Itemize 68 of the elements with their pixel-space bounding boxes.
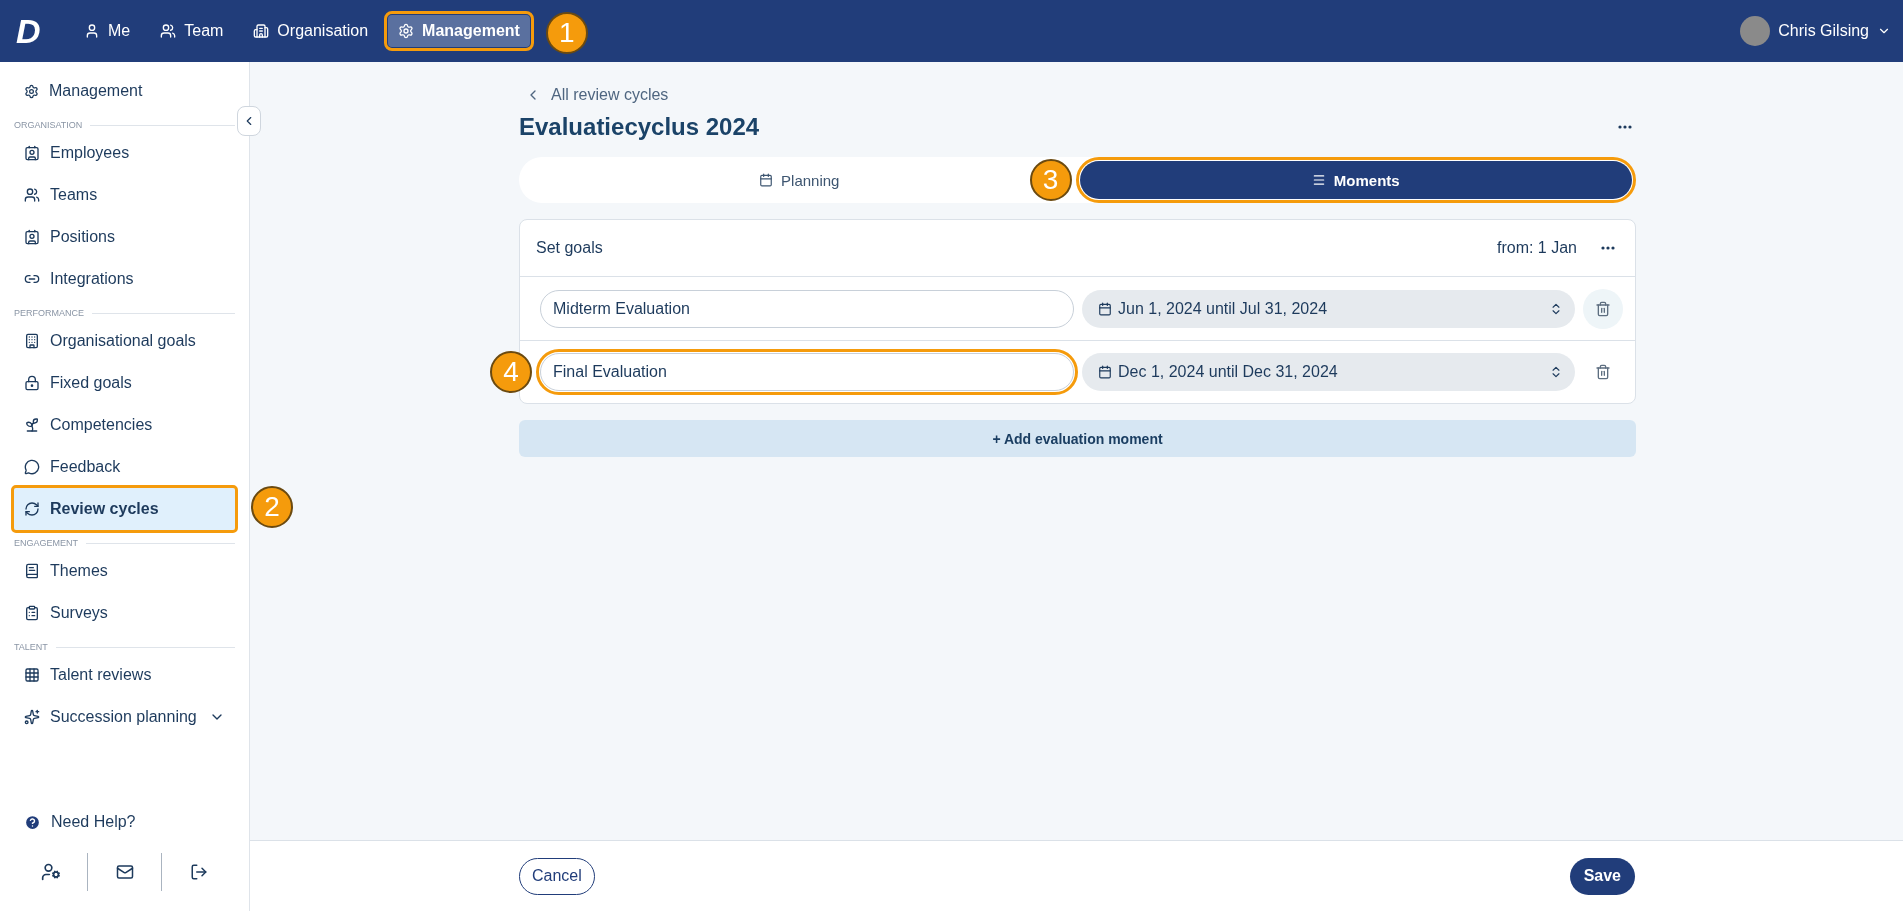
start-date-label: from: 1 Jan <box>1496 239 1577 257</box>
date-range-select[interactable]: Jun 1, 2024 until Jul 31, 2024 <box>1082 289 1575 328</box>
sidebar-icon <box>24 605 40 621</box>
avatar <box>1740 16 1771 46</box>
sidebar-item[interactable]: Surveys <box>14 592 235 634</box>
sidebar-item[interactable]: Employees <box>14 132 235 174</box>
delete-button[interactable] <box>1583 288 1623 329</box>
step-number-badge: 3 <box>1029 159 1072 201</box>
section-heading: PERFORMANCE <box>14 308 84 318</box>
logout-icon <box>189 863 208 881</box>
user-menu[interactable]: Chris Gilsing <box>1740 16 1891 46</box>
sidebar-icon <box>24 667 40 683</box>
nav-icon <box>160 23 177 39</box>
sidebar-item[interactable]: Talent reviews <box>14 654 235 696</box>
nav-icon <box>253 23 270 39</box>
sidebar-icon <box>24 375 40 391</box>
sidebar-icon <box>24 563 40 579</box>
add-moment-button[interactable]: + Add evaluation moment <box>519 420 1636 457</box>
sidebar-icon <box>24 333 40 349</box>
sidebar-item[interactable]: Themes <box>14 550 235 592</box>
calendar-icon <box>1098 301 1112 316</box>
card-title: Set goals <box>536 239 604 257</box>
sidebar-item[interactable]: Integrations <box>14 258 235 300</box>
cancel-button[interactable]: Cancel <box>519 857 595 895</box>
page-title: Evaluatiecyclus 2024 <box>519 113 760 141</box>
sidebar-item[interactable]: Positions <box>14 216 235 258</box>
app-logo[interactable]: D <box>16 14 50 48</box>
sidebar-icon <box>24 501 40 517</box>
settings-icon <box>24 83 39 99</box>
save-button[interactable]: Save <box>1569 857 1635 895</box>
sidebar-item[interactable]: Competencies <box>14 404 235 446</box>
nav-link[interactable]: Me <box>74 15 141 47</box>
sidebar-item[interactable]: Fixed goals <box>14 362 235 404</box>
sidebar-icon <box>24 459 40 475</box>
moment-name-field[interactable]: Midterm Evaluation <box>540 289 1074 328</box>
nav-icon <box>398 23 415 39</box>
sidebar-item[interactable]: Review cycles <box>14 488 235 530</box>
trash-icon <box>1595 300 1611 317</box>
sidebar-item[interactable]: Teams <box>14 174 235 216</box>
sidebar-item[interactable]: Organisational goals <box>14 320 235 362</box>
sidebar-item[interactable]: Feedback <box>14 446 235 488</box>
sidebar-icon <box>24 229 40 245</box>
sidebar-icon <box>24 709 40 725</box>
more-icon <box>1601 246 1615 250</box>
sidebar-icon <box>24 145 40 161</box>
section-heading: ORGANISATION <box>14 120 83 130</box>
envelope-icon <box>115 863 134 881</box>
more-icon <box>1618 125 1632 129</box>
user-gear-icon <box>40 862 61 882</box>
date-range-select[interactable]: Dec 1, 2024 until Dec 31, 2024 <box>1082 353 1575 391</box>
sidebar-icon <box>24 187 40 203</box>
sidebar-item[interactable]: Succession planning <box>14 696 235 738</box>
nav-link[interactable]: Organisation <box>243 15 379 47</box>
nav-link[interactable]: Team <box>150 15 234 47</box>
step-number-badge: 4 <box>490 351 532 393</box>
section-heading: ENGAGEMENT <box>14 538 78 548</box>
sidebar-item[interactable]: Management <box>14 70 235 112</box>
list-icon <box>1311 173 1326 187</box>
calendar-icon <box>1098 365 1112 379</box>
back-link[interactable]: All review cycles <box>519 86 669 104</box>
section-heading: TALENT <box>14 642 48 652</box>
help-link[interactable]: Need Help? <box>14 801 235 843</box>
nav-icon <box>84 23 100 39</box>
trash-icon <box>1595 364 1611 380</box>
step-number-badge: 1 <box>545 12 588 54</box>
calendar-icon <box>759 173 774 187</box>
help-icon <box>24 813 41 831</box>
sidebar-icon <box>24 417 40 433</box>
